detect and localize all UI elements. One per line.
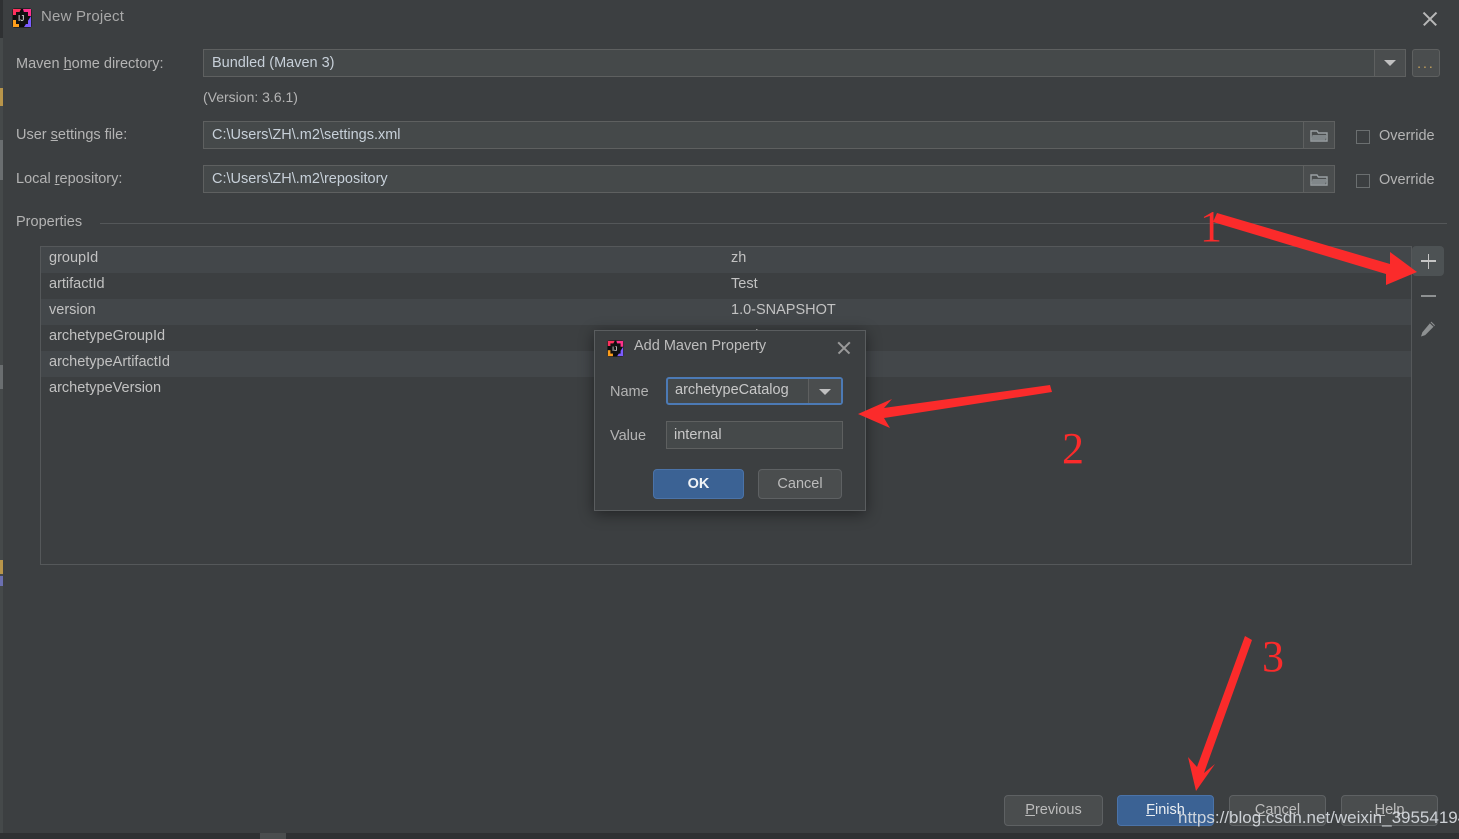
- checkbox-label: Override: [1379, 128, 1435, 144]
- property-key: archetypeGroupId: [49, 328, 166, 344]
- ok-button[interactable]: OK: [653, 469, 744, 499]
- properties-toolbar: [1412, 246, 1444, 356]
- property-key: artifactId: [49, 276, 105, 292]
- edit-property-button[interactable]: [1412, 314, 1444, 344]
- title-bar: IJ New Project: [0, 0, 1459, 38]
- watermark-url: https://blog.csdn.net/weixin_39554194: [1178, 808, 1459, 827]
- chevron-down-icon: [819, 389, 831, 395]
- name-dropdown-toggle[interactable]: [808, 379, 841, 403]
- checkbox-label: Override: [1379, 172, 1435, 188]
- close-icon[interactable]: [835, 339, 853, 357]
- page-title: New Project: [41, 8, 125, 25]
- local-repository-browse-button[interactable]: [1303, 165, 1335, 193]
- dialog-cancel-button[interactable]: Cancel: [758, 469, 842, 499]
- local-repository-input[interactable]: C:\Users\ZH\.m2\repository: [203, 165, 1304, 193]
- checkbox-box: [1356, 130, 1370, 144]
- chevron-down-icon: [1384, 60, 1396, 66]
- folder-icon: [1310, 130, 1328, 142]
- maven-home-label: Maven home directory:: [16, 56, 164, 72]
- window-left-edge: [0, 0, 3, 839]
- maven-version-note: (Version: 3.6.1): [203, 89, 298, 105]
- annotation-arrow-3: [1188, 636, 1252, 791]
- taskbar-strip: [0, 833, 1459, 839]
- property-key: version: [49, 302, 96, 318]
- dialog-title: Add Maven Property: [634, 338, 767, 354]
- svg-text:IJ: IJ: [18, 14, 24, 23]
- property-key: groupId: [49, 250, 99, 266]
- remove-property-button[interactable]: [1412, 281, 1444, 311]
- value-label: Value: [610, 428, 647, 444]
- svg-text:IJ: IJ: [612, 346, 617, 353]
- maven-home-browse-button[interactable]: ...: [1412, 49, 1440, 77]
- maven-home-combo-input[interactable]: Bundled (Maven 3): [203, 49, 1375, 77]
- property-value: zh: [731, 250, 747, 266]
- intellij-idea-icon: IJ: [607, 340, 624, 357]
- annotation-number-3: 3: [1262, 632, 1284, 681]
- maven-home-dropdown-toggle[interactable]: [1374, 49, 1406, 77]
- property-value: Test: [731, 276, 758, 292]
- table-row[interactable]: artifactId Test: [41, 273, 1411, 299]
- add-maven-property-dialog: IJ Add Maven Property Name archetypeCata…: [594, 330, 866, 511]
- property-key: archetypeVersion: [49, 380, 162, 396]
- annotation-number-1: 1: [1200, 202, 1222, 251]
- new-project-window: IJ New Project Maven home directory: Bun…: [0, 0, 1459, 839]
- user-settings-label: User settings file:: [16, 127, 128, 143]
- previous-button[interactable]: Previous: [1004, 795, 1103, 826]
- property-value: 1.0-SNAPSHOT: [731, 302, 836, 318]
- checkbox-box: [1356, 174, 1370, 188]
- user-settings-browse-button[interactable]: [1303, 121, 1335, 149]
- pencil-icon: [1421, 321, 1435, 337]
- properties-group-title: Properties: [16, 214, 89, 230]
- taskbar-item: [260, 833, 286, 839]
- folder-icon: [1310, 174, 1328, 186]
- value-input[interactable]: internal: [666, 421, 843, 449]
- close-icon[interactable]: [1418, 7, 1442, 31]
- user-settings-input[interactable]: C:\Users\ZH\.m2\settings.xml: [203, 121, 1304, 149]
- name-combo-value: archetypeCatalog: [675, 382, 789, 398]
- local-repository-label: Local repository:: [16, 171, 123, 187]
- property-key: archetypeArtifactId: [49, 354, 170, 370]
- table-row[interactable]: version 1.0-SNAPSHOT: [41, 299, 1411, 325]
- properties-group-divider: [100, 223, 1447, 224]
- add-property-button[interactable]: [1412, 246, 1444, 276]
- name-combo[interactable]: archetypeCatalog: [666, 377, 843, 405]
- intellij-idea-icon: IJ: [12, 8, 32, 28]
- table-row[interactable]: groupId zh: [41, 247, 1411, 273]
- name-label: Name: [610, 384, 649, 400]
